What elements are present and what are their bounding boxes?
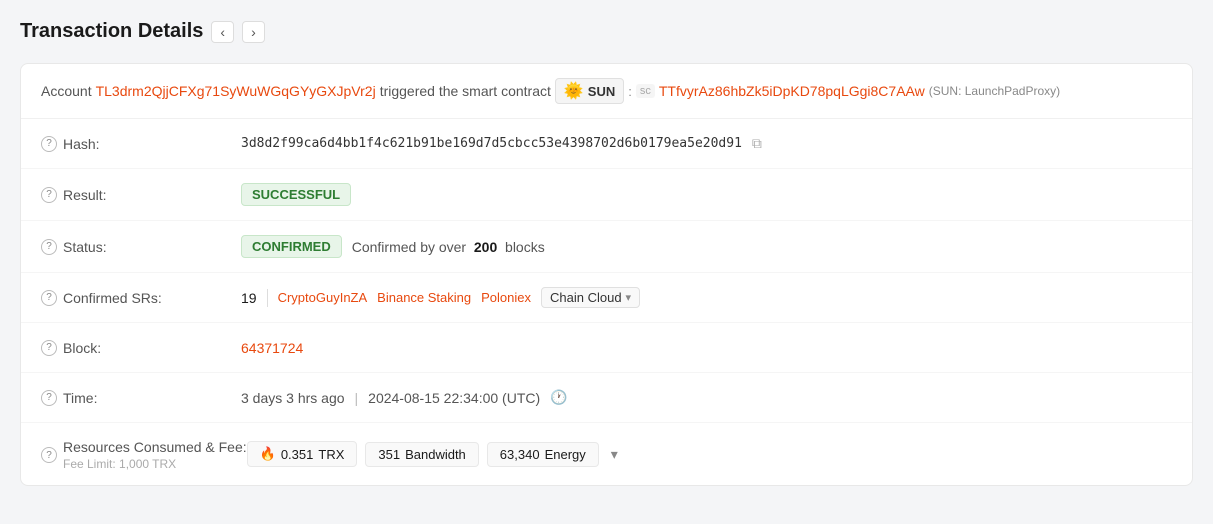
- copy-icon[interactable]: ⧉: [752, 135, 762, 152]
- account-row: Account TL3drm2QjjCFXg71SyWuWGqGYyGXJpVr…: [21, 64, 1192, 119]
- nav-prev-button[interactable]: ‹: [211, 21, 234, 43]
- time-value-col: 3 days 3 hrs ago | 2024-08-15 22:34:00 (…: [241, 389, 1172, 406]
- time-divider: |: [355, 390, 359, 406]
- resources-expand-button[interactable]: ▾: [607, 444, 622, 465]
- result-badge: SUCCESSFUL: [241, 183, 351, 206]
- srs-help-icon[interactable]: ?: [41, 290, 57, 306]
- result-row: ? Result: SUCCESSFUL: [21, 169, 1192, 221]
- resources-label: Resources Consumed & Fee:: [63, 439, 247, 455]
- clock-icon[interactable]: 🕐: [550, 389, 567, 406]
- resources-help-icon[interactable]: ?: [41, 447, 57, 463]
- confirmed-description: Confirmed by over 200 blocks: [352, 239, 545, 255]
- result-value-col: SUCCESSFUL: [241, 183, 1172, 206]
- trx-amount: 0.351: [281, 447, 314, 462]
- block-value-link[interactable]: 64371724: [241, 340, 303, 356]
- resources-value-col: 🔥 0.351 TRX 351 Bandwidth 63,340 Energy …: [247, 441, 1172, 467]
- status-value-col: CONFIRMED Confirmed by over 200 blocks: [241, 235, 1172, 258]
- status-help-icon[interactable]: ?: [41, 239, 57, 255]
- status-label: Status:: [63, 239, 107, 255]
- sun-emoji: 🌞: [564, 81, 584, 101]
- contract-address-link[interactable]: TTfvyrAz86hbZk5iDpKD78pqLGgi8C7AAw: [659, 83, 925, 99]
- sr-separator: [267, 289, 268, 307]
- account-address-link[interactable]: TL3drm2QjjCFXg71SyWuWGqGYyGXJpVr2j: [96, 83, 376, 99]
- hash-value-col: 3d8d2f99ca6d4bb1f4c621b91be169d7d5cbcc53…: [241, 135, 1172, 152]
- energy-badge: 63,340 Energy: [487, 442, 599, 467]
- result-help-icon[interactable]: ?: [41, 187, 57, 203]
- hash-label: Hash:: [63, 136, 100, 152]
- sc-label: sc: [636, 84, 655, 98]
- transaction-card: Account TL3drm2QjjCFXg71SyWuWGqGYyGXJpVr…: [20, 63, 1193, 486]
- srs-value-col: 19 CryptoGuyInZA Binance Staking Polonie…: [241, 287, 1172, 308]
- title-row: Transaction Details ‹ ›: [20, 20, 1193, 43]
- block-label: Block:: [63, 340, 101, 356]
- trx-label: TRX: [318, 447, 344, 462]
- colon-separator: :: [628, 84, 632, 99]
- time-label: Time:: [63, 390, 97, 406]
- chevron-down-icon: ▾: [626, 291, 632, 304]
- blocks-count: 200: [474, 239, 497, 255]
- time-relative: 3 days 3 hrs ago: [241, 390, 345, 406]
- srs-label-col: ? Confirmed SRs:: [41, 290, 241, 306]
- block-label-col: ? Block:: [41, 340, 241, 356]
- sr-item-2[interactable]: Binance Staking: [377, 290, 471, 305]
- hash-row: ? Hash: 3d8d2f99ca6d4bb1f4c621b91be169d7…: [21, 119, 1192, 169]
- confirmed-srs-row: ? Confirmed SRs: 19 CryptoGuyInZA Binanc…: [21, 273, 1192, 323]
- nav-next-button[interactable]: ›: [242, 21, 265, 43]
- hash-help-icon[interactable]: ?: [41, 136, 57, 152]
- time-utc: 2024-08-15 22:34:00 (UTC): [368, 390, 540, 406]
- contract-note: (SUN: LaunchPadProxy): [929, 84, 1060, 98]
- resources-row: ? Resources Consumed & Fee: Fee Limit: 1…: [21, 423, 1192, 485]
- hash-label-col: ? Hash:: [41, 136, 241, 152]
- sr-item-1[interactable]: CryptoGuyInZA: [278, 290, 368, 305]
- fire-icon: 🔥: [260, 446, 276, 462]
- page-title: Transaction Details: [20, 20, 203, 43]
- block-row: ? Block: 64371724: [21, 323, 1192, 373]
- bandwidth-label: Bandwidth: [405, 447, 466, 462]
- sun-label: SUN: [588, 84, 615, 99]
- trx-fee-badge: 🔥 0.351 TRX: [247, 441, 358, 467]
- block-value-col: 64371724: [241, 340, 1172, 356]
- energy-label: Energy: [545, 447, 586, 462]
- time-help-icon[interactable]: ?: [41, 390, 57, 406]
- status-label-col: ? Status:: [41, 239, 241, 255]
- energy-amount: 63,340: [500, 447, 540, 462]
- sun-badge: 🌞 SUN: [555, 78, 624, 104]
- time-row: ? Time: 3 days 3 hrs ago | 2024-08-15 22…: [21, 373, 1192, 423]
- chain-cloud-label: Chain Cloud: [550, 290, 622, 305]
- status-row: ? Status: CONFIRMED Confirmed by over 20…: [21, 221, 1192, 273]
- sr-item-4-dropdown[interactable]: Chain Cloud ▾: [541, 287, 640, 308]
- time-label-col: ? Time:: [41, 390, 241, 406]
- sr-item-3[interactable]: Poloniex: [481, 290, 531, 305]
- confirmed-badge: CONFIRMED: [241, 235, 342, 258]
- fee-limit-note: Fee Limit: 1,000 TRX: [63, 457, 247, 471]
- srs-label: Confirmed SRs:: [63, 290, 162, 306]
- trigger-text: triggered the smart contract: [380, 83, 551, 99]
- hash-value: 3d8d2f99ca6d4bb1f4c621b91be169d7d5cbcc53…: [241, 136, 742, 151]
- account-prefix: Account: [41, 83, 92, 99]
- resources-label-col: ? Resources Consumed & Fee: Fee Limit: 1…: [41, 437, 247, 471]
- bandwidth-amount: 351: [378, 447, 400, 462]
- result-label: Result:: [63, 187, 107, 203]
- result-label-col: ? Result:: [41, 187, 241, 203]
- sr-count: 19: [241, 290, 257, 306]
- resources-badges: 🔥 0.351 TRX 351 Bandwidth 63,340 Energy …: [247, 441, 622, 467]
- bandwidth-badge: 351 Bandwidth: [365, 442, 478, 467]
- block-help-icon[interactable]: ?: [41, 340, 57, 356]
